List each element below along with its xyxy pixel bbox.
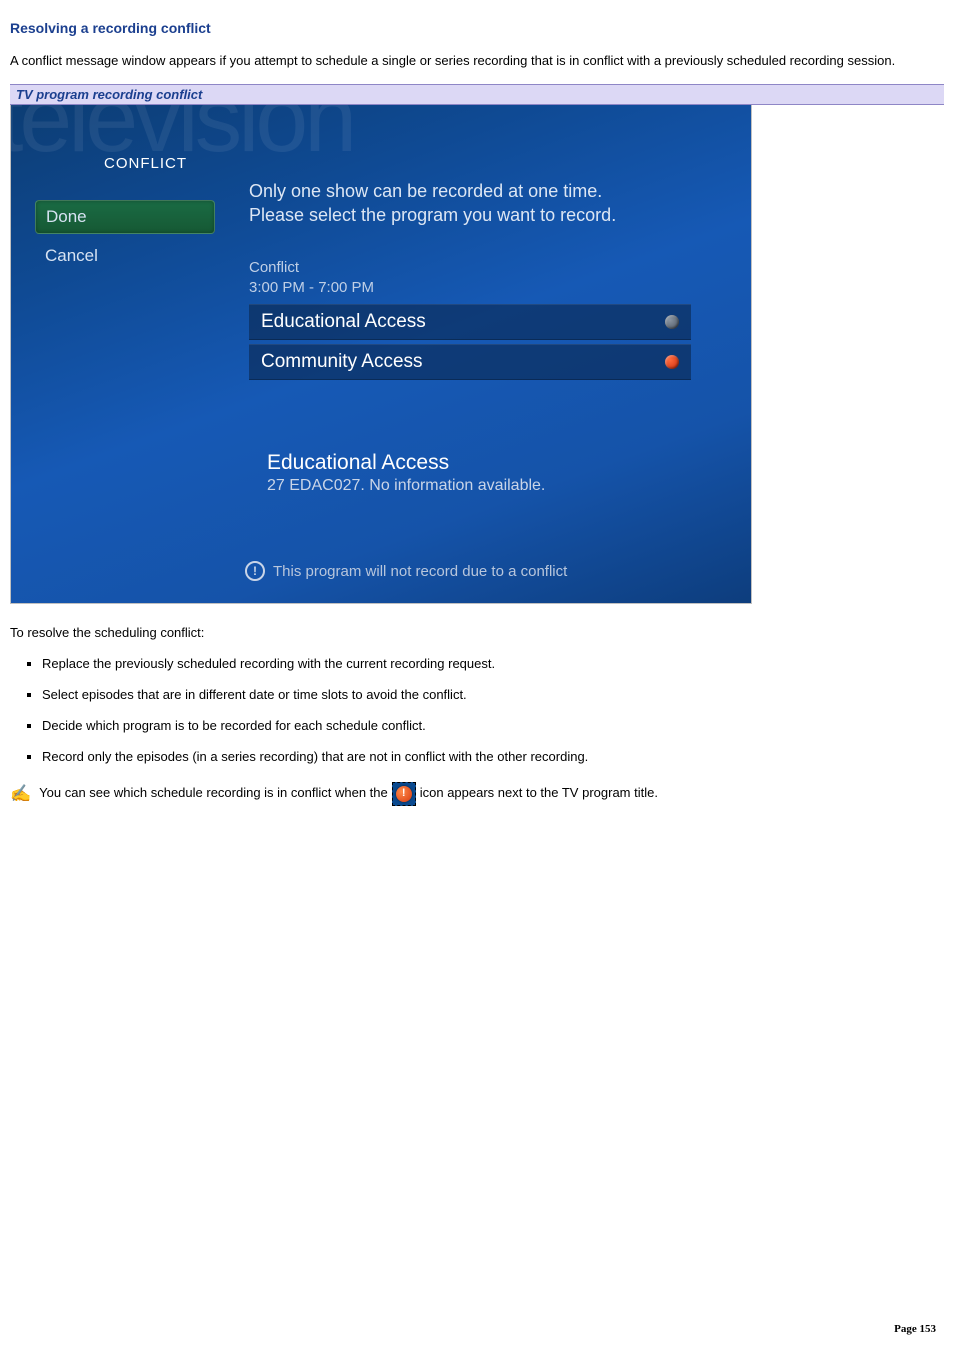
list-item: Replace the previously scheduled recordi… [42, 656, 944, 673]
record-indicator-off-icon [665, 315, 679, 329]
section-heading: Resolving a recording conflict [10, 20, 944, 36]
resolve-list: Replace the previously scheduled recordi… [10, 656, 944, 766]
conflict-badge-glyph: ! [396, 786, 412, 802]
program-row-community[interactable]: Community Access [249, 344, 691, 380]
conflict-instr-line2: Please select the program you want to re… [249, 205, 616, 225]
program-row-educational[interactable]: Educational Access [249, 304, 691, 340]
conflict-instructions: Only one show can be recorded at one tim… [249, 179, 691, 228]
conflict-time: 3:00 PM - 7:00 PM [249, 279, 374, 296]
note-text-post: icon appears next to the TV program titl… [420, 783, 658, 804]
note-icon: ✍ [10, 780, 31, 807]
note-text-pre: You can see which schedule recording is … [39, 783, 388, 804]
conflict-instr-line1: Only one show can be recorded at one tim… [249, 181, 602, 201]
program-detail-title: Educational Access [267, 451, 545, 475]
conflict-title: CONFLICT [35, 155, 215, 172]
conflict-main: Only one show can be recorded at one tim… [249, 179, 691, 384]
program-row-title: Community Access [261, 351, 423, 373]
record-indicator-on-icon [665, 355, 679, 369]
intro-paragraph: A conflict message window appears if you… [10, 52, 944, 70]
conflict-badge-icon: ! [392, 782, 416, 806]
page-label: Page [894, 1323, 917, 1335]
conflict-footer-text: This program will not record due to a co… [273, 563, 567, 580]
page-footer: Page 153 [894, 1323, 936, 1335]
resolve-lead: To resolve the scheduling conflict: [10, 624, 944, 642]
conflict-label: Conflict [249, 259, 299, 276]
note-line: ✍ You can see which schedule recording i… [10, 780, 944, 807]
program-row-title: Educational Access [261, 311, 426, 333]
list-item: Select episodes that are in different da… [42, 687, 944, 704]
list-item: Decide which program is to be recorded f… [42, 718, 944, 735]
program-detail-sub: 27 EDAC027. No information available. [267, 477, 545, 495]
list-item: Record only the episodes (in a series re… [42, 749, 944, 766]
conflict-sidebar: CONFLICT Done Cancel [35, 155, 215, 278]
figure-caption: TV program recording conflict [10, 84, 944, 105]
program-detail: Educational Access 27 EDAC027. No inform… [267, 451, 545, 495]
alert-icon: ! [245, 561, 265, 581]
done-button[interactable]: Done [35, 200, 215, 234]
screenshot-panel: television CONFLICT Done Cancel Only one… [10, 105, 752, 604]
page-number: 153 [920, 1323, 937, 1335]
cancel-button[interactable]: Cancel [35, 240, 215, 272]
conflict-footer: ! This program will not record due to a … [245, 561, 567, 581]
